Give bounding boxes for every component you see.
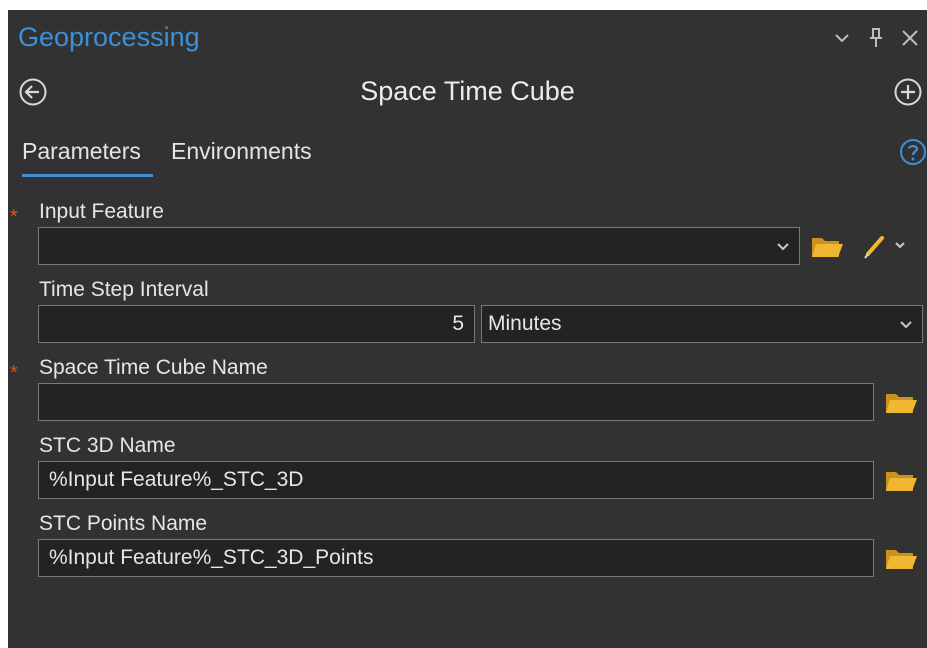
tool-tabs: Parameters Environments [8,138,927,182]
stc3d-name-value: %Input Feature%_STC_3D [49,468,304,491]
add-circle-icon[interactable] [893,77,923,107]
time-step-label: Time Step Interval [39,278,209,301]
chevron-down-icon[interactable] [825,24,859,52]
stc-points-name-label: STC Points Name [39,512,208,535]
folder-icon[interactable] [810,229,844,263]
stc-points-name-value: %Input Feature%_STC_3D_Points [49,546,374,569]
pane-title: Geoprocessing [18,22,200,52]
time-step-unit-select[interactable]: Minutes [481,305,923,343]
time-step-unit: Minutes [488,312,562,335]
time-step-value-input[interactable]: 5 [38,305,475,343]
time-step-value: 5 [452,312,464,335]
cube-name-input[interactable] [38,383,874,421]
tab-environments[interactable]: Environments [171,138,312,165]
stc3d-name-input[interactable]: %Input Feature%_STC_3D [38,461,874,499]
chevron-down-icon[interactable] [898,314,914,334]
input-feature-label: Input Feature [39,200,164,223]
cube-name-label: Space Time Cube Name [39,356,268,379]
pane-title-bar: Geoprocessing [8,10,927,64]
chevron-down-icon[interactable] [775,236,791,256]
active-tab-indicator [22,174,153,177]
pin-icon[interactable] [859,24,893,52]
tool-header: Space Time Cube [8,70,927,114]
close-icon[interactable] [893,24,927,52]
required-marker: * [10,206,18,228]
folder-icon[interactable] [884,463,918,497]
input-feature-dropdown[interactable] [38,227,800,265]
geoprocessing-pane: Geoprocessing Space Time Cube Parameters… [8,10,927,648]
folder-icon[interactable] [884,385,918,419]
stc-points-name-input[interactable]: %Input Feature%_STC_3D_Points [38,539,874,577]
edit-features-icon[interactable] [860,229,906,263]
folder-icon[interactable] [884,541,918,575]
tab-parameters[interactable]: Parameters [22,138,141,165]
stc3d-name-label: STC 3D Name [39,434,176,457]
pane-window-controls [825,24,927,52]
tool-title: Space Time Cube [360,76,575,106]
required-marker: * [10,362,18,384]
help-icon[interactable] [899,138,927,166]
